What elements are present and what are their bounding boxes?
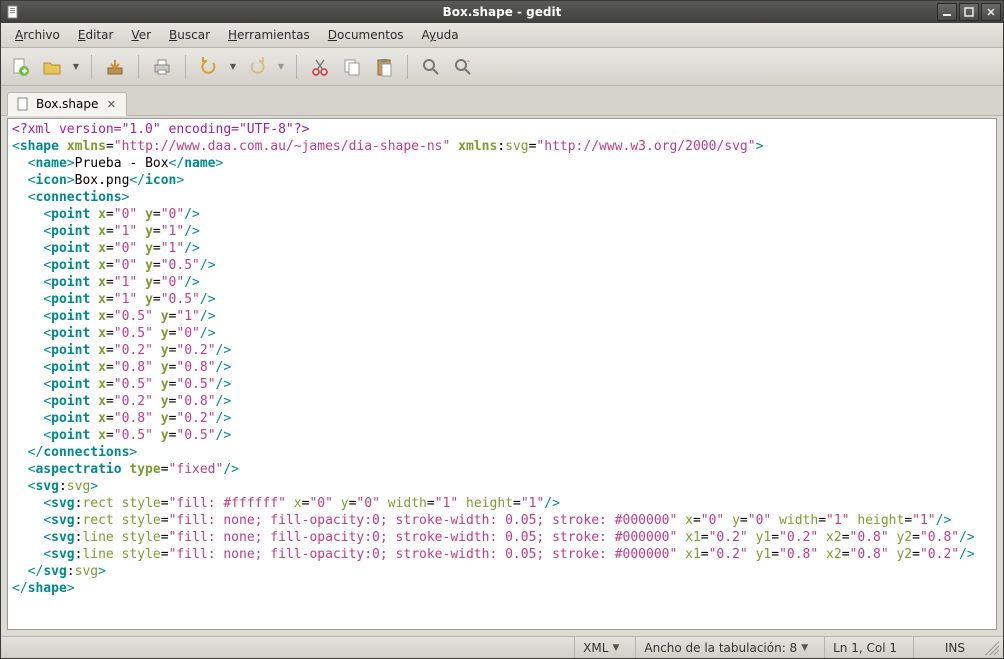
paste-button[interactable]	[371, 54, 397, 80]
undo-dropdown[interactable]: ▼	[228, 62, 238, 71]
menu-ayuda[interactable]: Ayuda	[414, 25, 467, 45]
copy-button[interactable]	[339, 54, 365, 80]
window-title: Box.shape - gedit	[1, 5, 1003, 19]
statusbar: XML ▼ Ancho de la tabulación: 8 ▼ Ln 1, …	[1, 636, 1003, 658]
save-button[interactable]	[102, 54, 128, 80]
cursor-position: Ln 1, Col 1	[824, 637, 905, 658]
tabbar: Box.shape ✕	[1, 86, 1003, 116]
find-button[interactable]	[418, 54, 444, 80]
tab-label: Box.shape	[36, 97, 98, 111]
menu-ver[interactable]: Ver	[123, 25, 159, 45]
menu-documentos[interactable]: Documentos	[320, 25, 412, 45]
print-button[interactable]	[149, 54, 175, 80]
insert-mode[interactable]: INS	[913, 637, 973, 658]
file-icon	[16, 97, 30, 111]
open-dropdown[interactable]: ▼	[71, 62, 81, 71]
cut-button[interactable]	[307, 54, 333, 80]
language-selector[interactable]: XML ▼	[574, 637, 627, 658]
new-file-button[interactable]	[7, 54, 33, 80]
menu-archivo[interactable]: Archivo	[7, 25, 68, 45]
menu-editar[interactable]: Editar	[70, 25, 122, 45]
code-editor[interactable]: <?xml version="1.0" encoding="UTF-8"?> <…	[7, 118, 997, 630]
menu-herramientas[interactable]: Herramientas	[220, 25, 318, 45]
app-window: Box.shape - gedit Archivo Editar Ver Bus…	[0, 0, 1004, 659]
undo-button[interactable]	[196, 54, 222, 80]
toolbar: ▼ ▼ ▼	[1, 48, 1003, 86]
redo-button[interactable]	[244, 54, 270, 80]
document-tab[interactable]: Box.shape ✕	[7, 92, 127, 116]
tab-close-icon[interactable]: ✕	[104, 97, 118, 111]
titlebar[interactable]: Box.shape - gedit	[1, 1, 1003, 23]
tabwidth-selector[interactable]: Ancho de la tabulación: 8 ▼	[635, 637, 816, 658]
open-file-button[interactable]	[39, 54, 65, 80]
find-replace-button[interactable]	[450, 54, 476, 80]
redo-dropdown[interactable]: ▼	[276, 62, 286, 71]
menubar: Archivo Editar Ver Buscar Herramientas D…	[1, 23, 1003, 48]
menu-buscar[interactable]: Buscar	[161, 25, 218, 45]
resize-grip[interactable]	[985, 641, 999, 655]
